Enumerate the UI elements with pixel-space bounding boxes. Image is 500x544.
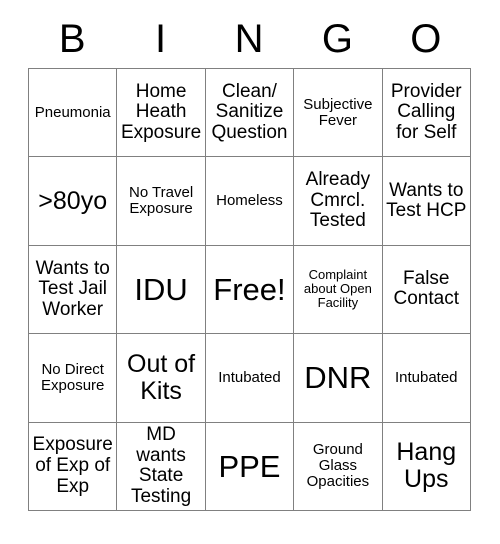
- bingo-cell-label: IDU: [134, 271, 188, 307]
- bingo-cell-label: Provider Calling for Self: [390, 80, 462, 143]
- bingo-cell-label: No Travel Exposure: [128, 183, 194, 218]
- bingo-cell-label: Hang Ups: [396, 438, 457, 494]
- bingo-cell-label: MD wants State Testing: [130, 424, 192, 507]
- bingo-cell[interactable]: >80yo: [29, 157, 118, 246]
- bingo-cell[interactable]: Out of Kits: [117, 334, 206, 423]
- bingo-row: Exposure of Exp of Exp MD wants State Te…: [29, 422, 471, 511]
- bingo-header-letter-o: O: [410, 17, 442, 61]
- bingo-header-letter-g: G: [321, 17, 353, 61]
- bingo-grid: Pneumonia Home Heath Exposure Clean/ San…: [28, 68, 471, 511]
- bingo-cell-label: Ground Glass Opacities: [306, 440, 370, 491]
- bingo-cell-label: Already Cmrcl. Tested: [305, 169, 371, 232]
- bingo-header-letter-b: B: [58, 17, 86, 61]
- bingo-cell[interactable]: Subjective Fever: [294, 69, 383, 158]
- bingo-cell[interactable]: MD wants State Testing: [117, 422, 206, 511]
- bingo-cell-label: >80yo: [38, 186, 108, 215]
- bingo-header-row: B I N G O: [28, 10, 470, 68]
- bingo-cell[interactable]: Home Heath Exposure: [117, 69, 206, 158]
- bingo-cell-label: PPE: [218, 448, 281, 484]
- bingo-cell[interactable]: No Travel Exposure: [117, 157, 206, 246]
- bingo-cell-label: Subjective Fever: [303, 95, 373, 129]
- bingo-cell-label: Homeless: [216, 191, 283, 209]
- bingo-cell[interactable]: No Direct Exposure: [29, 334, 118, 423]
- bingo-cell-label: Free!: [213, 271, 286, 307]
- bingo-cell[interactable]: False Contact: [382, 245, 471, 335]
- bingo-cell[interactable]: DNR: [294, 334, 383, 423]
- bingo-cell[interactable]: Intubated: [382, 334, 471, 423]
- bingo-cell-label: Home Heath Exposure: [120, 80, 202, 143]
- bingo-cell-label: Wants to Test Jail Worker: [35, 257, 110, 320]
- bingo-header-letter-n: N: [234, 17, 264, 61]
- bingo-cell[interactable]: Ground Glass Opacities: [294, 422, 383, 511]
- bingo-cell[interactable]: Wants to Test HCP: [382, 157, 471, 246]
- bingo-row: Pneumonia Home Heath Exposure Clean/ San…: [29, 69, 471, 158]
- bingo-cell[interactable]: Homeless: [205, 157, 295, 246]
- bingo-cell[interactable]: Hang Ups: [382, 422, 471, 511]
- bingo-cell[interactable]: Pneumonia: [29, 69, 118, 158]
- bingo-cell[interactable]: Complaint about Open Facility: [294, 245, 383, 335]
- bingo-cell-label: Exposure of Exp of Exp: [32, 434, 113, 497]
- bingo-card: B I N G O Pneumonia Home Heath Exposure …: [28, 10, 471, 511]
- bingo-cell-label: Intubated: [218, 368, 281, 386]
- bingo-cell-free[interactable]: Free!: [205, 245, 295, 335]
- bingo-row: >80yo No Travel Exposure Homeless Alread…: [29, 157, 471, 246]
- bingo-cell-label: Clean/ Sanitize Question: [211, 80, 288, 143]
- bingo-cell[interactable]: Already Cmrcl. Tested: [294, 157, 383, 246]
- bingo-cell[interactable]: Intubated: [205, 334, 295, 423]
- bingo-row: Wants to Test Jail Worker IDU Free! Comp…: [29, 245, 471, 335]
- bingo-cell[interactable]: IDU: [117, 245, 206, 335]
- bingo-row: No Direct Exposure Out of Kits Intubated…: [29, 334, 471, 423]
- bingo-cell-label: Intubated: [394, 368, 458, 386]
- bingo-cell[interactable]: Exposure of Exp of Exp: [29, 422, 118, 511]
- bingo-cell[interactable]: Clean/ Sanitize Question: [205, 69, 295, 158]
- bingo-cell[interactable]: Provider Calling for Self: [382, 69, 471, 158]
- bingo-cell[interactable]: PPE: [205, 422, 295, 511]
- bingo-cell-label: Complaint about Open Facility: [303, 267, 372, 311]
- bingo-cell-label: DNR: [304, 360, 372, 396]
- bingo-cell-label: False Contact: [393, 267, 459, 310]
- bingo-cell-label: Pneumonia: [34, 103, 111, 121]
- bingo-cell-label: Wants to Test HCP: [386, 179, 467, 222]
- bingo-cell-label: Out of Kits: [127, 349, 196, 405]
- bingo-header-letter-i: I: [155, 17, 167, 61]
- bingo-cell[interactable]: Wants to Test Jail Worker: [29, 245, 118, 335]
- bingo-cell-label: No Direct Exposure: [41, 360, 105, 394]
